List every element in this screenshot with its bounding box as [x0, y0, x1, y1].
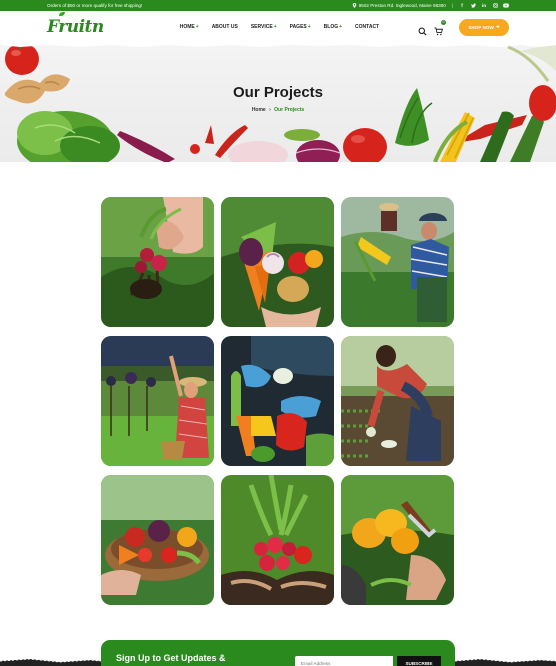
project-image — [221, 197, 334, 327]
cart-count-badge: 0 — [441, 19, 446, 25]
project-image — [341, 336, 454, 466]
leaf-icon — [59, 12, 65, 16]
twitter-icon[interactable] — [470, 3, 476, 9]
cart-icon[interactable]: 0 — [434, 19, 446, 35]
address-text: 9502 Preston Rd. Inglewood, Maine 98380 — [358, 3, 446, 8]
project-gallery — [101, 197, 455, 605]
nav-label: SERVICE — [250, 24, 273, 30]
plus-icon: + — [273, 24, 277, 30]
linkedin-icon[interactable]: in — [481, 3, 487, 9]
project-image — [221, 475, 334, 605]
project-tile-gloved-hands[interactable] — [221, 336, 334, 466]
divider: | — [451, 3, 453, 8]
project-tile-farmer-field[interactable] — [341, 336, 454, 466]
logo[interactable]: Fruitn — [47, 12, 104, 37]
page-hero: Our Projects Home › Our Projects — [0, 43, 556, 162]
breadcrumb: Home › Our Projects — [0, 107, 556, 113]
project-tile-peppers-pruning[interactable] — [341, 475, 454, 605]
search-icon[interactable] — [418, 23, 427, 36]
top-bar: Orders of $50 or more qualify for free s… — [0, 0, 556, 11]
project-tile-radish-bunch[interactable] — [221, 475, 334, 605]
logo-text: Fruitn — [47, 17, 104, 37]
address: 9502 Preston Rd. Inglewood, Maine 98380 — [352, 3, 446, 8]
plus-icon: + — [195, 24, 199, 30]
torn-edge-decoration — [0, 658, 556, 666]
chevron-right-icon: › — [269, 107, 271, 113]
nav-item-blog[interactable]: BLOG + — [324, 24, 342, 30]
breadcrumb-home[interactable]: Home — [252, 107, 266, 113]
project-image — [341, 475, 454, 605]
nav-label: HOME — [179, 24, 195, 30]
youtube-icon[interactable] — [503, 3, 509, 9]
arrow-right-icon: ➔ — [495, 24, 500, 29]
nav-item-contact[interactable]: CONTACT — [355, 24, 379, 30]
header-actions: 0 SHOP NOW ➔ — [418, 18, 509, 36]
location-pin-icon — [352, 3, 356, 8]
nav-label: PAGES — [289, 24, 307, 30]
nav-item-home[interactable]: HOME + — [180, 24, 199, 30]
hero-vegetables-decoration — [4, 43, 556, 162]
breadcrumb-current: Our Projects — [274, 107, 305, 113]
project-image — [221, 336, 334, 466]
facebook-icon[interactable]: f — [459, 3, 465, 9]
project-image — [341, 197, 454, 327]
page-title: Our Projects — [232, 84, 324, 101]
social-links: f in — [459, 3, 509, 9]
project-image — [101, 475, 214, 605]
shop-now-button[interactable]: SHOP NOW ➔ — [459, 18, 509, 36]
plus-icon: + — [339, 24, 343, 30]
shop-now-label: SHOP NOW — [468, 24, 494, 30]
project-image — [101, 336, 214, 466]
project-tile-vegetable-basket[interactable] — [221, 197, 334, 327]
project-tile-radishes[interactable] — [101, 197, 214, 327]
nav-label: BLOG — [323, 24, 339, 30]
main-header: Fruitn HOME + ABOUT US SERVICE + PAGES + BL… — [0, 11, 556, 43]
project-tile-harvest-basket[interactable] — [101, 475, 214, 605]
main-nav: HOME + ABOUT US SERVICE + PAGES + BLOG + CON… — [180, 24, 379, 30]
project-tile-vineyard[interactable] — [101, 336, 214, 466]
project-tile-woman-picking[interactable] — [341, 197, 454, 327]
nav-label: CONTACT — [355, 24, 380, 30]
nav-item-service[interactable]: SERVICE + — [251, 24, 277, 30]
nav-label: ABOUT US — [211, 24, 238, 30]
project-image — [101, 197, 214, 327]
nav-item-pages[interactable]: PAGES + — [290, 24, 311, 30]
plus-icon: + — [307, 24, 311, 30]
nav-item-about-us[interactable]: ABOUT US — [212, 24, 238, 30]
instagram-icon[interactable] — [492, 3, 498, 9]
promo-text: Orders of $50 or more qualify for free s… — [47, 3, 143, 8]
torn-edge-decoration — [0, 43, 556, 47]
